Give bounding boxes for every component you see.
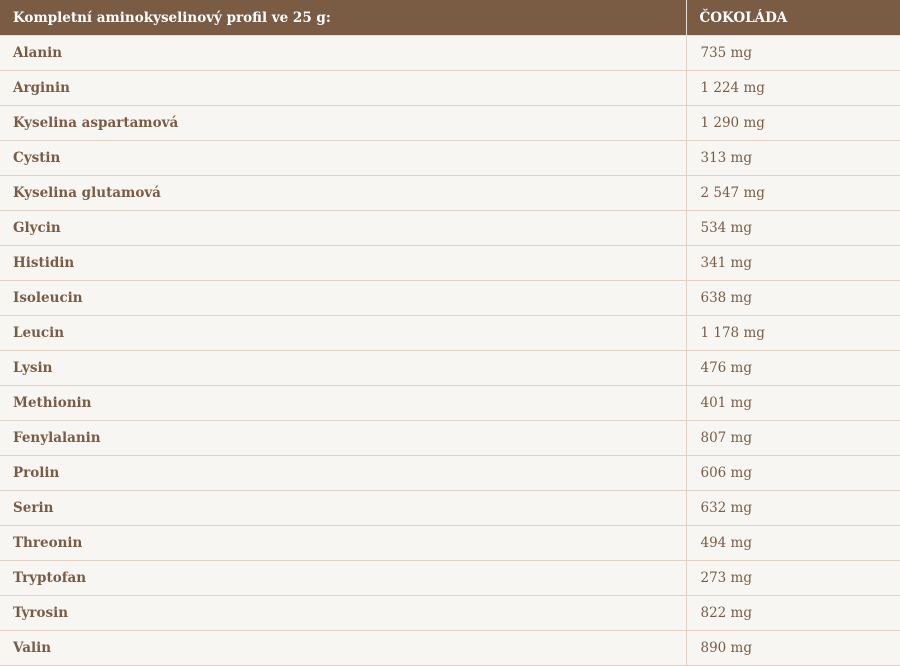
amino-acid-amount: 494 mg bbox=[686, 525, 900, 561]
table-row: Isoleucin 638 mg bbox=[0, 280, 900, 316]
table-row: Serin 632 mg bbox=[0, 490, 900, 526]
amino-acid-name: Glycin bbox=[0, 210, 687, 246]
table-row: Kyselina glutamová 2 547 mg bbox=[0, 175, 900, 211]
amino-acid-name: Cystin bbox=[0, 140, 687, 176]
table-row: Tryptofan 273 mg bbox=[0, 560, 900, 596]
amino-acid-name: Threonin bbox=[0, 525, 687, 561]
table-row: Histidin 341 mg bbox=[0, 245, 900, 281]
table-row: Alanin 735 mg bbox=[0, 35, 900, 71]
amino-acid-amount: 341 mg bbox=[686, 245, 900, 281]
header-profile: Kompletní aminokyselinový profil ve 25 g… bbox=[0, 0, 687, 36]
amino-acid-amount: 534 mg bbox=[686, 210, 900, 246]
amino-acid-name: Alanin bbox=[0, 35, 687, 71]
amino-acid-name: Tyrosin bbox=[0, 595, 687, 631]
amino-acid-amount: 807 mg bbox=[686, 420, 900, 456]
amino-acid-amount: 1 178 mg bbox=[686, 315, 900, 351]
amino-acid-amount: 401 mg bbox=[686, 385, 900, 421]
table-header: Kompletní aminokyselinový profil ve 25 g… bbox=[0, 0, 900, 36]
table-body: Alanin 735 mg Arginin 1 224 mg Kyselina aspa… bbox=[0, 35, 900, 666]
amino-acid-name: Fenylalanin bbox=[0, 420, 687, 456]
amino-acid-amount: 735 mg bbox=[686, 35, 900, 71]
amino-acid-amount: 632 mg bbox=[686, 490, 900, 526]
amino-acid-amount: 822 mg bbox=[686, 595, 900, 631]
amino-acid-name: Kyselina glutamová bbox=[0, 175, 687, 211]
table-row: Kyselina aspartamová 1 290 mg bbox=[0, 105, 900, 141]
amino-acid-name: Valin bbox=[0, 630, 687, 666]
amino-acid-amount: 606 mg bbox=[686, 455, 900, 491]
amino-acid-name: Tryptofan bbox=[0, 560, 687, 596]
amino-acid-name: Leucin bbox=[0, 315, 687, 351]
table-row: Cystin 313 mg bbox=[0, 140, 900, 176]
table-row: Lysin 476 mg bbox=[0, 350, 900, 386]
table-row: Leucin 1 178 mg bbox=[0, 315, 900, 351]
amino-acid-amount: 273 mg bbox=[686, 560, 900, 596]
header-row: Kompletní aminokyselinový profil ve 25 g… bbox=[0, 0, 900, 36]
amino-acid-name: Prolin bbox=[0, 455, 687, 491]
amino-acid-name: Lysin bbox=[0, 350, 687, 386]
amino-acid-table: Kompletní aminokyselinový profil ve 25 g… bbox=[0, 0, 900, 666]
amino-acid-name: Isoleucin bbox=[0, 280, 687, 316]
amino-acid-name: Histidin bbox=[0, 245, 687, 281]
table-row: Glycin 534 mg bbox=[0, 210, 900, 246]
amino-acid-name: Kyselina aspartamová bbox=[0, 105, 687, 141]
table-row: Arginin 1 224 mg bbox=[0, 70, 900, 106]
amino-acid-amount: 890 mg bbox=[686, 630, 900, 666]
amino-acid-amount: 1 290 mg bbox=[686, 105, 900, 141]
amino-acid-name: Arginin bbox=[0, 70, 687, 106]
table-row: Tyrosin 822 mg bbox=[0, 595, 900, 631]
header-flavor: ČOKOLÁDA bbox=[686, 0, 900, 36]
amino-acid-amount: 2 547 mg bbox=[686, 175, 900, 211]
amino-acid-amount: 313 mg bbox=[686, 140, 900, 176]
table-row: Valin 890 mg bbox=[0, 630, 900, 666]
amino-acid-amount: 476 mg bbox=[686, 350, 900, 386]
table-row: Threonin 494 mg bbox=[0, 525, 900, 561]
table-row: Methionin 401 mg bbox=[0, 385, 900, 421]
table-row: Fenylalanin 807 mg bbox=[0, 420, 900, 456]
amino-acid-name: Serin bbox=[0, 490, 687, 526]
table-row: Prolin 606 mg bbox=[0, 455, 900, 491]
amino-acid-name: Methionin bbox=[0, 385, 687, 421]
amino-acid-amount: 638 mg bbox=[686, 280, 900, 316]
amino-acid-amount: 1 224 mg bbox=[686, 70, 900, 106]
